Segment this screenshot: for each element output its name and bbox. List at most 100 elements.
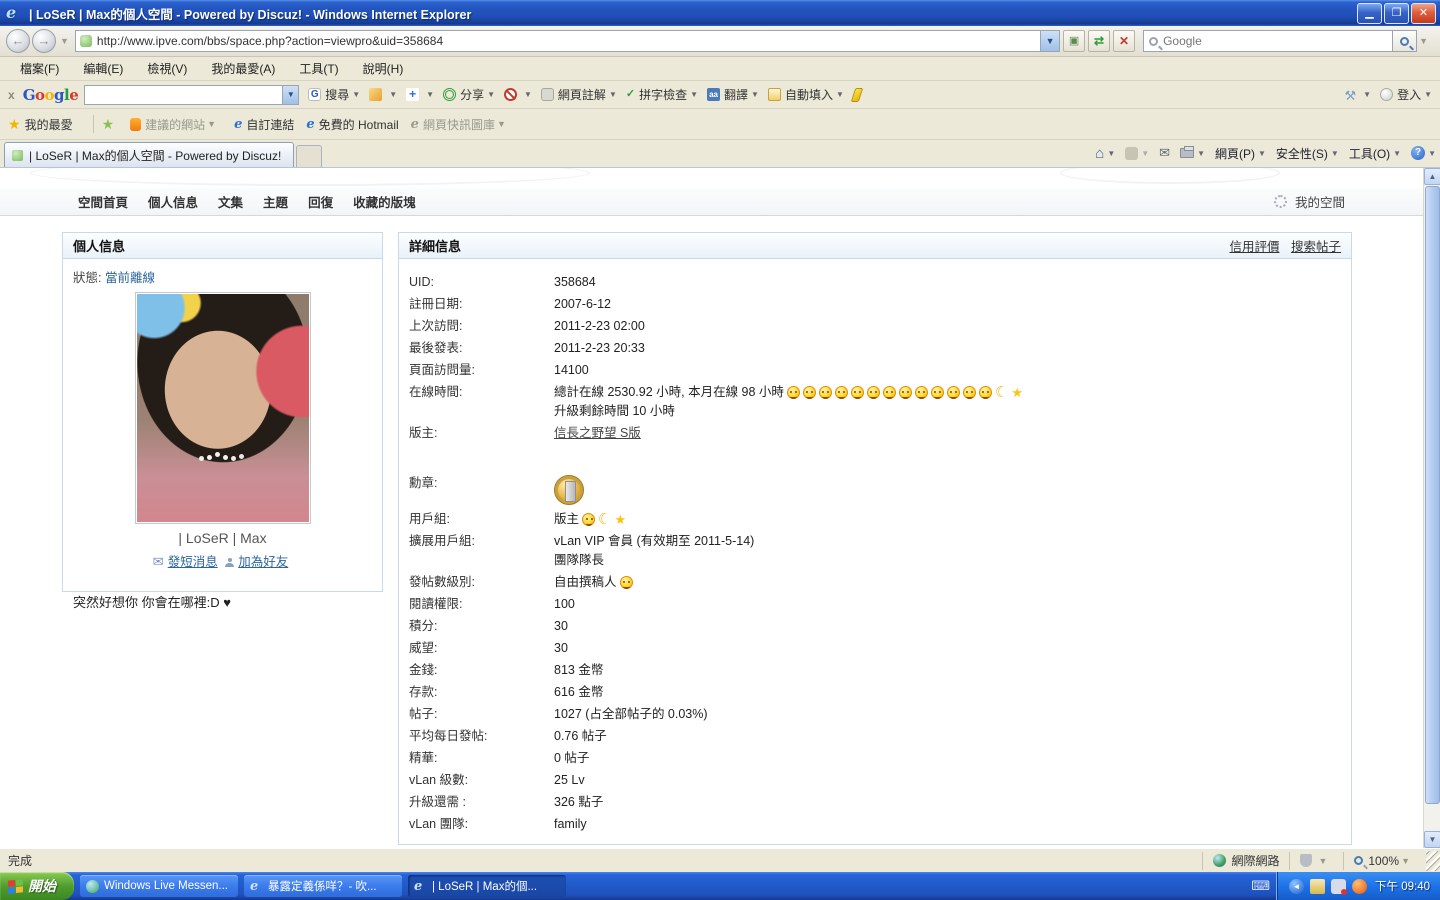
credit-rating-link[interactable]: 信用評價 — [1229, 240, 1279, 254]
nav-profile[interactable]: 個人信息 — [148, 192, 198, 211]
google-search-button[interactable]: G搜尋▼ — [308, 86, 360, 103]
start-button[interactable]: 開始 — [0, 872, 74, 900]
toolbar-settings-button[interactable]: ⚒▼ — [1344, 88, 1371, 101]
share-button[interactable]: 分享▼ — [443, 86, 495, 103]
zoom-control[interactable]: 100%▼ — [1343, 852, 1426, 870]
menu-file[interactable]: 檔案(F) — [8, 57, 71, 80]
task-ie-window-2[interactable]: e| LoSeR | Max的個... — [408, 875, 566, 897]
translate-icon: aa — [707, 88, 720, 101]
search-input[interactable] — [1163, 34, 1387, 48]
page-menu-button[interactable]: 網頁(P)▼ — [1215, 145, 1266, 162]
tray-app-icon[interactable] — [1352, 879, 1367, 894]
menu-view[interactable]: 檢視(V) — [135, 57, 199, 80]
keyboard-icon[interactable]: ⌨ — [1245, 878, 1276, 894]
taskbar: 開始 Windows Live Messen... e暴露定義係咩？- 吹...… — [0, 872, 1440, 900]
vertical-scrollbar[interactable]: ▲ ▼ — [1423, 168, 1440, 848]
detail-label: 威望: — [409, 640, 554, 656]
bookmark-button[interactable]: ▼ — [369, 88, 397, 101]
highlighter-button[interactable] — [853, 88, 865, 102]
search-options-icon[interactable]: ▼ — [1419, 36, 1428, 46]
home-button[interactable]: ⌂▼ — [1095, 145, 1115, 162]
task-ie-window-1[interactable]: e暴露定義係咩？- 吹... — [244, 875, 402, 897]
back-button[interactable]: ← — [6, 29, 30, 53]
close-button[interactable]: ✕ — [1411, 3, 1436, 24]
tab-current[interactable]: | LoSeR | Max的個人空間 - Powered by Discuz! — [4, 142, 294, 167]
detail-label: 存款: — [409, 684, 554, 700]
maximize-button[interactable]: ❐ — [1384, 3, 1409, 24]
nav-space-home[interactable]: 空間首頁 — [78, 192, 128, 211]
compatibility-view-icon[interactable]: ▣ — [1063, 30, 1085, 52]
rss-icon — [1125, 147, 1138, 160]
new-tab-button[interactable] — [296, 145, 322, 167]
safety-menu-button[interactable]: 安全性(S)▼ — [1276, 145, 1339, 162]
nav-replies[interactable]: 回復 — [308, 192, 333, 211]
google-search-input[interactable] — [85, 87, 282, 102]
refresh-button[interactable]: ⇄ — [1088, 30, 1110, 52]
tray-mail-icon[interactable] — [1310, 879, 1325, 894]
detail-text: 30 — [554, 641, 568, 655]
moon-icon: ☾ — [598, 513, 611, 526]
print-button[interactable]: ▼ — [1180, 148, 1205, 158]
google-search-dropdown-icon[interactable]: ▼ — [282, 86, 298, 104]
address-dropdown-button[interactable]: ▼ — [1041, 30, 1060, 52]
suggested-sites-link[interactable]: 建議的網站▼ — [130, 116, 222, 133]
autofill-button[interactable]: 自動填入▼ — [768, 86, 844, 103]
nav-favorite-forums[interactable]: 收藏的版塊 — [353, 192, 416, 211]
menu-edit[interactable]: 編輯(E) — [71, 57, 135, 80]
add-friend-link[interactable]: 加為好友 — [238, 555, 288, 569]
detail-value: 0 帖子 — [554, 750, 589, 766]
search-go-button[interactable] — [1393, 30, 1417, 52]
detail-link[interactable]: 信長之野望 S版 — [554, 426, 641, 440]
hotmail-link[interactable]: e免費的 Hotmail — [306, 116, 398, 133]
scrollbar-thumb[interactable] — [1425, 186, 1440, 804]
add-to-favorites-button[interactable]: ★ — [102, 116, 119, 133]
globe-icon — [1213, 854, 1226, 867]
feeds-button[interactable]: ▼ — [1125, 147, 1149, 160]
search-box[interactable] — [1143, 30, 1393, 52]
detail-text: 813 金幣 — [554, 663, 603, 677]
menu-tools[interactable]: 工具(T) — [287, 57, 350, 80]
forward-button[interactable]: → — [32, 29, 56, 53]
search-posts-link[interactable]: 搜索帖子 — [1291, 240, 1341, 254]
tray-clock: 下午 09:40 — [1373, 878, 1430, 894]
nav-threads[interactable]: 主題 — [263, 192, 288, 211]
signin-button[interactable]: 登入▼ — [1380, 86, 1432, 103]
nav-my-space[interactable]: 我的空間 — [1295, 192, 1345, 211]
add-gadget-button[interactable]: +▼ — [406, 88, 434, 101]
popup-blocker-button[interactable]: ▼ — [504, 88, 532, 101]
custom-links-link[interactable]: e自訂連結 — [234, 116, 294, 133]
send-message-link[interactable]: 發短消息 — [168, 555, 218, 569]
gear-icon[interactable] — [1274, 195, 1287, 208]
address-input[interactable] — [97, 34, 1036, 48]
protected-mode-button[interactable]: ▼ — [1289, 852, 1343, 870]
tools-menu-button[interactable]: 工具(O)▼ — [1349, 145, 1401, 162]
web-slice-gallery-link[interactable]: e網頁快訊圖庫▼ — [411, 116, 512, 133]
help-button[interactable]: ?▼ — [1411, 146, 1436, 160]
scroll-down-button[interactable]: ▼ — [1424, 831, 1440, 848]
tray-messenger-status-icon[interactable] — [1331, 879, 1346, 894]
ie-icon: e — [6, 4, 24, 22]
scroll-up-button[interactable]: ▲ — [1424, 168, 1440, 185]
spellcheck-button[interactable]: ✓拼字檢查▼ — [626, 86, 698, 103]
menu-help[interactable]: 說明(H) — [351, 57, 416, 80]
menu-favorites[interactable]: 我的最愛(A) — [199, 57, 287, 80]
detail-text: 2011-2-23 20:33 — [554, 341, 645, 355]
favorites-bar: ★我的最愛 ★ 建議的網站▼ e自訂連結 e免費的 Hotmail e網頁快訊圖… — [0, 109, 1440, 140]
address-field[interactable] — [75, 30, 1041, 52]
minimize-button[interactable]: ▁ — [1357, 3, 1382, 24]
stop-button[interactable]: ✕ — [1113, 30, 1135, 52]
translate-button[interactable]: aa翻譯▼ — [707, 86, 759, 103]
favorites-button[interactable]: ★我的最愛 — [8, 116, 73, 133]
detail-row: 發帖數級別:自由撰稿人 — [409, 571, 1341, 593]
hide-icons-chevron[interactable]: ◄ — [1289, 879, 1304, 894]
toolbar-close-button[interactable]: x — [8, 88, 15, 102]
sidewiki-button[interactable]: 網頁註解▼ — [541, 86, 617, 103]
detail-row: 帖子:1027 (占全部帖子的 0.03%) — [409, 703, 1341, 725]
google-search-field[interactable]: ▼ — [84, 85, 299, 105]
browser-window: e | LoSeR | Max的個人空間 - Powered by Discuz… — [0, 0, 1440, 900]
detail-value: 2007-6-12 — [554, 296, 611, 312]
task-messenger[interactable]: Windows Live Messen... — [80, 875, 238, 897]
history-dropdown-icon[interactable]: ▼ — [60, 36, 69, 46]
read-mail-button[interactable]: ✉ — [1159, 145, 1170, 161]
nav-collections[interactable]: 文集 — [218, 192, 243, 211]
